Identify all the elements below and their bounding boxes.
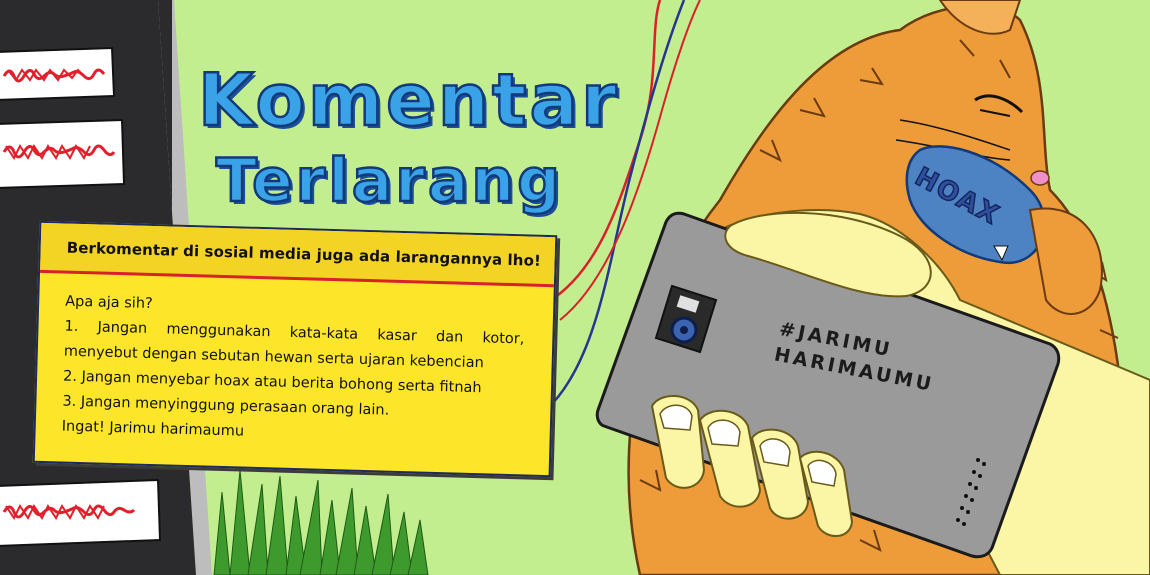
censored-comment-card <box>0 46 116 101</box>
notice-sign: Berkomentar di sosial media juga ada lar… <box>32 220 558 478</box>
notice-body: Apa aja sih? 1. Jangan menggunakan kata-… <box>61 290 525 453</box>
title-line-2: Terlarang <box>215 145 564 218</box>
notice-header: Berkomentar di sosial media juga ada lar… <box>40 222 556 288</box>
censored-comment-card <box>0 478 162 547</box>
title-line-1: Komentar <box>197 57 620 144</box>
notice-board: Berkomentar di sosial media juga ada lar… <box>32 220 558 478</box>
grass-tuft <box>213 469 429 575</box>
notice-heading: Berkomentar di sosial media juga ada lar… <box>66 238 542 270</box>
censored-comment-card <box>0 118 126 189</box>
